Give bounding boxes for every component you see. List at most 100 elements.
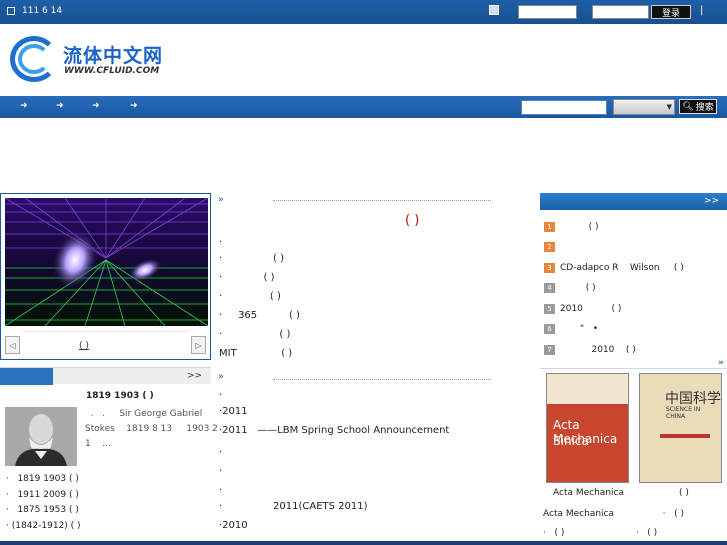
journal-caption[interactable]: Acta Mechanica	[553, 488, 624, 498]
journal-link[interactable]: Acta Mechanica · ( )	[543, 509, 684, 519]
list-item-text[interactable]: (1842-1912) ( )	[12, 521, 81, 531]
news-item[interactable]: .	[219, 482, 519, 501]
list-item[interactable]: · (1842-1912) ( )	[6, 521, 211, 536]
rank-badge: 7	[544, 344, 555, 355]
bullet-icon: ·	[6, 505, 18, 515]
list-item[interactable]: · 1875 1953 ( )	[6, 505, 211, 521]
search-input[interactable]	[521, 100, 607, 115]
top-separator: |	[700, 5, 704, 16]
ranking-item[interactable]: 6 " •	[544, 319, 727, 339]
cover-subtitle: SCIENCE IN CHINA	[666, 406, 701, 420]
triangle-left-icon: ◁	[9, 340, 16, 350]
person-bio: . . Sir George Gabriel Stokes 1819 8 13 …	[85, 407, 218, 452]
nav-item-4-arrow-icon[interactable]: ➜	[130, 101, 138, 111]
slider-prev-button[interactable]: ◁	[5, 336, 20, 354]
username-input[interactable]	[518, 5, 577, 19]
chevron-right-icon: »	[218, 195, 224, 205]
triangle-right-icon: ▷	[195, 340, 202, 350]
list-item[interactable]: · 1819 1903 ( )	[6, 474, 211, 490]
image-slider: ◁ ▷ ( )	[0, 193, 211, 360]
bio-line: Stokes 1819 8 13 1903 2	[85, 424, 218, 434]
ranking-text[interactable]: " •	[560, 324, 598, 334]
search-category-select[interactable]: ▼	[613, 99, 675, 115]
list-item[interactable]: · 1911 2009 ( )	[6, 490, 211, 505]
portrait-image[interactable]	[5, 407, 77, 466]
ranking-section-header: >>	[540, 193, 727, 210]
logo-en-text[interactable]: WWW.CFLUID.COM	[64, 66, 159, 76]
news-item[interactable]: · ( )	[219, 291, 519, 310]
news-item[interactable]: ·2011	[219, 406, 519, 425]
home-icon[interactable]	[7, 7, 15, 15]
search-icon: 🔍︎	[682, 101, 694, 112]
ranking-item[interactable]: 3 CD-adapco R Wilson ( )	[544, 257, 727, 278]
ranking-item[interactable]: 5 2010 ( )	[544, 298, 727, 319]
login-button[interactable]: 登录	[651, 5, 691, 19]
cover-stripe	[660, 434, 710, 438]
journal-link[interactable]: · ( ) · ( )	[543, 528, 657, 538]
chevron-right-icon: »	[718, 358, 724, 368]
ranking-item[interactable]: 2	[544, 237, 727, 257]
bullet-icon: ·	[6, 474, 18, 484]
bullet-icon: ·	[6, 490, 18, 500]
mail-icon[interactable]	[489, 5, 499, 15]
rank-badge: 3	[544, 262, 555, 273]
news-item[interactable]: · ( )	[219, 329, 519, 348]
slider-next-button[interactable]: ▷	[191, 336, 206, 354]
slider-image[interactable]	[5, 198, 208, 326]
featured-person-title[interactable]: 1819 1903 ( )	[86, 391, 154, 401]
journals-section-header: »	[540, 358, 727, 369]
people-section-header: >>	[0, 367, 211, 385]
password-input[interactable]	[592, 5, 649, 19]
news-list-1: . · ( ) · ( ) · ( ) · 365 ( ) · ( ) MIT …	[219, 234, 519, 367]
ranking-text[interactable]: 2010 ( )	[560, 304, 621, 314]
nav-item-1-arrow-icon[interactable]: ➜	[20, 101, 28, 111]
logo-cn-text[interactable]: 流体中文网	[63, 41, 163, 68]
journal-caption[interactable]: ( )	[679, 488, 689, 498]
ranking-text[interactable]: ( )	[560, 222, 599, 232]
chevron-down-icon: ▼	[666, 103, 672, 111]
news-item[interactable]: .	[219, 444, 519, 463]
ranking-text[interactable]: ( )	[560, 283, 596, 293]
cover-top-band	[547, 374, 628, 404]
ranking-more-link[interactable]: >>	[704, 196, 719, 206]
search-button[interactable]: 🔍︎ 搜索	[679, 99, 717, 114]
site-header: 流体中文网 WWW.CFLUID.COM	[0, 24, 727, 96]
section-divider	[273, 200, 491, 201]
headline-link[interactable]: ( )	[405, 213, 419, 228]
ranking-item[interactable]: 7 2010 ( )	[544, 339, 727, 360]
news-item[interactable]: · 2011(CAETS 2011)	[219, 501, 519, 520]
ranking-text[interactable]: 2010 ( )	[560, 345, 635, 355]
list-item-text[interactable]: 1911 2009 ( )	[17, 490, 78, 500]
news-list-2: . ·2011 ·2011 ——LBM Spring School Announ…	[219, 387, 519, 539]
news-item[interactable]: .	[219, 234, 519, 253]
news-item[interactable]: · 365 ( )	[219, 310, 519, 329]
news-item[interactable]: ·2010	[219, 520, 519, 539]
slider-caption-link[interactable]: ( )	[79, 341, 89, 351]
ranking-item[interactable]: 4 ( )	[544, 278, 727, 298]
top-date: 111 6 14	[22, 6, 63, 16]
list-item-text[interactable]: 1875 1953 ( )	[17, 505, 78, 515]
list-item-text[interactable]: 1819 1903 ( )	[17, 474, 78, 484]
journal-cover-acta[interactable]: Acta Mechanica Sinica	[546, 373, 629, 483]
people-more-link[interactable]: >>	[187, 371, 202, 381]
chevron-right-icon: »	[218, 372, 224, 382]
portrait-illustration	[5, 407, 77, 466]
journal-cover-science-china[interactable]: 中国科学 SCIENCE IN CHINA	[639, 373, 722, 483]
news-item[interactable]: ·2011 ——LBM Spring School Announcement	[219, 425, 519, 444]
news-item[interactable]: MIT ( )	[219, 348, 519, 367]
news-item[interactable]: · ( )	[219, 272, 519, 291]
news-item[interactable]: .	[219, 463, 519, 482]
cover-title: 中国科学	[665, 391, 721, 407]
nav-item-3-arrow-icon[interactable]: ➜	[92, 101, 100, 111]
news-item[interactable]: .	[219, 387, 519, 406]
bio-line: . . Sir George Gabriel	[85, 409, 203, 419]
people-section-tab[interactable]	[0, 368, 53, 385]
ranking-list: 1 ( ) 2 3 CD-adapco R Wilson ( ) 4 ( ) 5…	[544, 216, 727, 360]
news-item[interactable]: · ( )	[219, 253, 519, 272]
cover-subtitle: Sinica	[553, 434, 589, 448]
ranking-text[interactable]: CD-adapco R Wilson ( )	[560, 263, 684, 273]
ranking-item[interactable]: 1 ( )	[544, 216, 727, 237]
bio-line: 1 ...	[85, 439, 111, 449]
nav-item-2-arrow-icon[interactable]: ➜	[56, 101, 64, 111]
galaxy-grid-illustration	[5, 198, 208, 326]
